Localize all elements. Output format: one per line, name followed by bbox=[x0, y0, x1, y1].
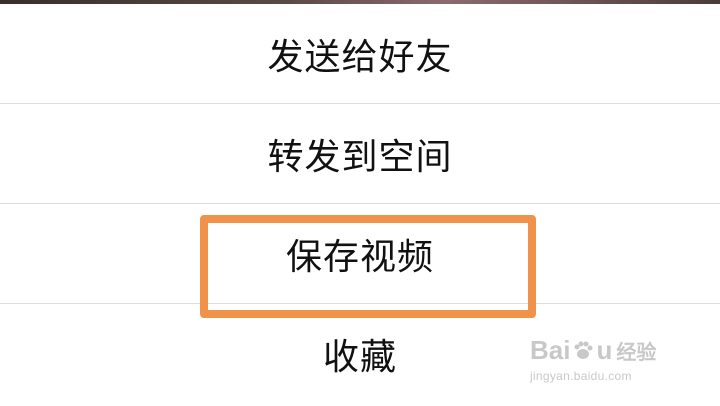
menu-item-label: 收藏 bbox=[322, 336, 397, 378]
menu-item-label: 转发到空间 bbox=[267, 136, 453, 178]
menu-item-send-to-friend[interactable]: 发送给好友 bbox=[0, 4, 720, 103]
menu-item-label: 发送给好友 bbox=[267, 36, 453, 78]
menu-item-save-video[interactable]: 保存视频 bbox=[0, 204, 720, 303]
menu-item-forward-to-space[interactable]: 转发到空间 bbox=[0, 104, 720, 203]
menu-item-label: 保存视频 bbox=[285, 236, 434, 278]
menu-item-favorite[interactable]: 收藏 bbox=[0, 304, 720, 403]
